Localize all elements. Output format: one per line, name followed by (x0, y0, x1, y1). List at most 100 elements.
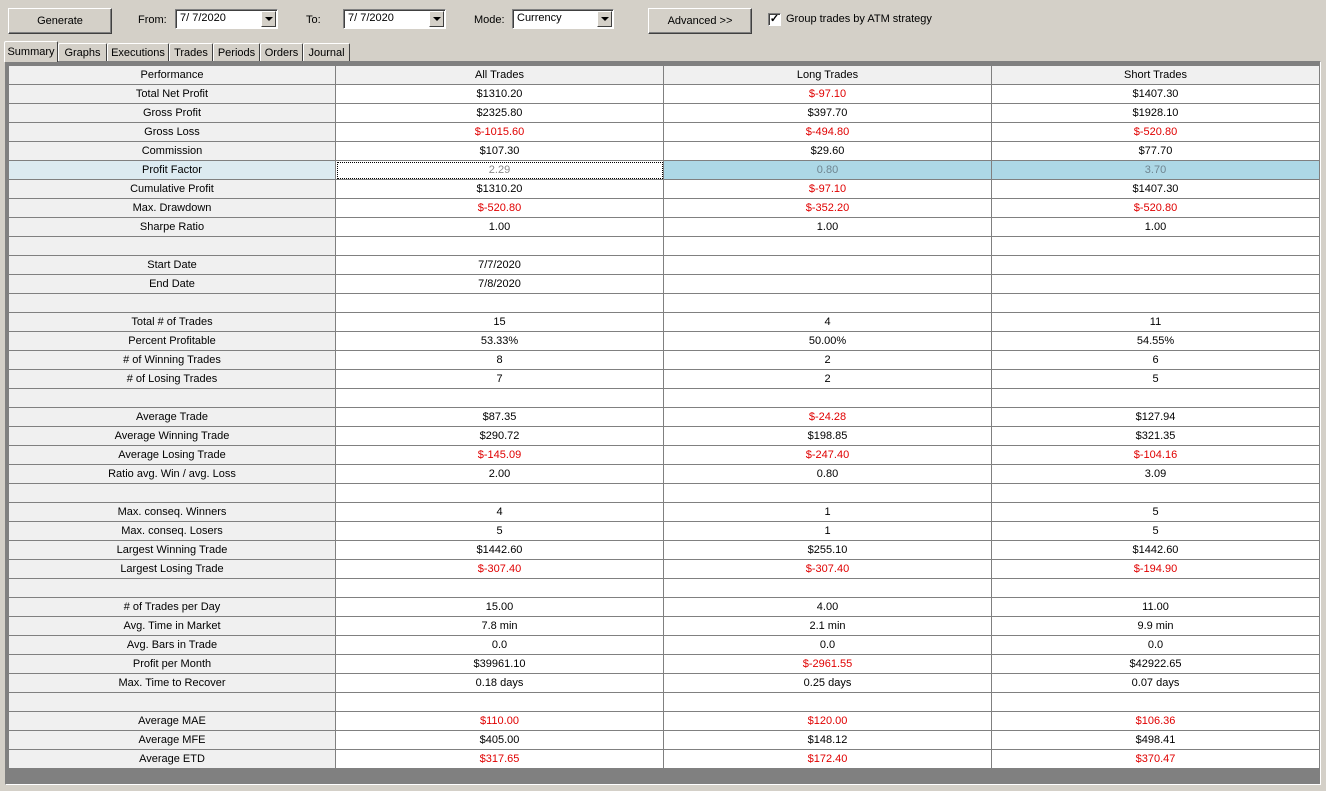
row-label[interactable]: Average MAE (8, 711, 336, 731)
table-row[interactable]: Average Winning Trade $290.72 $198.85 $321.… (8, 426, 1320, 446)
table-cell[interactable] (991, 388, 1320, 408)
row-label[interactable]: Max. conseq. Winners (8, 502, 336, 522)
to-date-dropdown-icon[interactable] (429, 11, 444, 27)
table-cell[interactable]: $110.00 (335, 711, 664, 731)
table-cell[interactable]: $-104.16 (991, 445, 1320, 465)
table-cell[interactable]: $127.94 (991, 407, 1320, 427)
table-cell[interactable]: $-520.80 (991, 198, 1320, 218)
table-row[interactable]: Total # of Trades 15 4 11 (8, 312, 1320, 332)
table-cell[interactable]: $255.10 (663, 540, 992, 560)
table-row[interactable]: # of Winning Trades 8 2 6 (8, 350, 1320, 370)
table-cell[interactable]: 4.00 (663, 597, 992, 617)
table-row[interactable]: # of Trades per Day 15.00 4.00 11.00 (8, 597, 1320, 617)
table-row[interactable] (8, 483, 1320, 503)
table-cell[interactable]: 11.00 (991, 597, 1320, 617)
row-label[interactable]: Gross Profit (8, 103, 336, 123)
table-cell[interactable] (335, 578, 664, 598)
table-cell[interactable] (663, 483, 992, 503)
row-label[interactable]: Commission (8, 141, 336, 161)
row-label[interactable] (8, 483, 336, 503)
table-cell[interactable]: 0.0 (991, 635, 1320, 655)
table-cell[interactable]: $-520.80 (335, 198, 664, 218)
table-row[interactable]: Commission $107.30 $29.60 $77.70 (8, 141, 1320, 161)
mode-select[interactable]: Currency (512, 9, 614, 29)
table-row[interactable] (8, 692, 1320, 712)
table-row[interactable] (8, 578, 1320, 598)
tab-orders[interactable]: Orders (260, 43, 303, 61)
table-cell[interactable] (991, 692, 1320, 712)
row-label[interactable]: # of Trades per Day (8, 597, 336, 617)
table-row[interactable]: End Date 7/8/2020 (8, 274, 1320, 294)
row-label[interactable]: Total # of Trades (8, 312, 336, 332)
table-cell[interactable]: 1.00 (663, 217, 992, 237)
table-row[interactable]: Ratio avg. Win / avg. Loss 2.00 0.80 3.09 (8, 464, 1320, 484)
row-label[interactable]: Total Net Profit (8, 84, 336, 104)
row-label[interactable]: Avg. Bars in Trade (8, 635, 336, 655)
table-cell[interactable]: $39961.10 (335, 654, 664, 674)
table-row[interactable]: Cumulative Profit $1310.20 $-97.10 $1407.30 (8, 179, 1320, 199)
table-cell[interactable]: $397.70 (663, 103, 992, 123)
table-cell[interactable] (335, 692, 664, 712)
table-cell[interactable]: 2 (663, 350, 992, 370)
table-cell[interactable] (335, 236, 664, 256)
table-cell[interactable]: $-1015.60 (335, 122, 664, 142)
table-cell[interactable] (991, 293, 1320, 313)
table-cell[interactable]: $1407.30 (991, 179, 1320, 199)
table-cell[interactable]: 6 (991, 350, 1320, 370)
table-cell[interactable] (335, 293, 664, 313)
table-cell[interactable]: $1407.30 (991, 84, 1320, 104)
table-cell[interactable]: 54.55% (991, 331, 1320, 351)
tab-periods[interactable]: Periods (213, 43, 260, 61)
table-cell[interactable]: 0.0 (335, 635, 664, 655)
table-cell[interactable] (663, 388, 992, 408)
table-cell[interactable]: 3.09 (991, 464, 1320, 484)
table-cell[interactable]: 50.00% (663, 331, 992, 351)
table-cell[interactable]: 2.1 min (663, 616, 992, 636)
table-row[interactable]: Max. conseq. Winners 4 1 5 (8, 502, 1320, 522)
table-row[interactable]: Gross Profit $2325.80 $397.70 $1928.10 (8, 103, 1320, 123)
table-cell[interactable]: 2 (663, 369, 992, 389)
table-cell[interactable]: $148.12 (663, 730, 992, 750)
table-cell[interactable]: 1.00 (335, 217, 664, 237)
table-cell[interactable]: $198.85 (663, 426, 992, 446)
table-cell[interactable] (663, 274, 992, 294)
row-label[interactable]: Average Trade (8, 407, 336, 427)
table-cell[interactable]: $2325.80 (335, 103, 664, 123)
table-cell[interactable]: 15 (335, 312, 664, 332)
column-header-performance[interactable]: Performance (8, 65, 336, 85)
from-date-dropdown-icon[interactable] (261, 11, 276, 27)
row-label[interactable]: Max. Drawdown (8, 198, 336, 218)
table-cell[interactable]: $-352.20 (663, 198, 992, 218)
table-cell[interactable]: $498.41 (991, 730, 1320, 750)
table-row[interactable]: Sharpe Ratio 1.00 1.00 1.00 (8, 217, 1320, 237)
table-cell[interactable]: 5 (991, 502, 1320, 522)
row-label[interactable]: # of Losing Trades (8, 369, 336, 389)
table-row[interactable]: Profit Factor 2.29 0.80 3.70 (8, 160, 1320, 180)
tab-journal[interactable]: Journal (303, 43, 350, 61)
table-cell[interactable]: 0.80 (663, 160, 992, 180)
table-cell[interactable]: $-194.90 (991, 559, 1320, 579)
table-cell[interactable] (663, 255, 992, 275)
row-label[interactable]: Ratio avg. Win / avg. Loss (8, 464, 336, 484)
table-cell[interactable]: $-97.10 (663, 84, 992, 104)
table-cell[interactable]: $-307.40 (663, 559, 992, 579)
table-row[interactable]: # of Losing Trades 7 2 5 (8, 369, 1320, 389)
row-label[interactable]: Average Losing Trade (8, 445, 336, 465)
table-cell[interactable] (991, 274, 1320, 294)
table-cell[interactable] (663, 293, 992, 313)
from-date-picker[interactable]: 7/ 7/2020 (175, 9, 278, 29)
table-cell[interactable] (663, 236, 992, 256)
table-cell[interactable]: $370.47 (991, 749, 1320, 769)
table-cell[interactable]: 15.00 (335, 597, 664, 617)
tab-graphs[interactable]: Graphs (58, 43, 107, 61)
table-cell[interactable]: 5 (335, 521, 664, 541)
table-cell[interactable]: 0.18 days (335, 673, 664, 693)
row-label[interactable]: Average Winning Trade (8, 426, 336, 446)
column-header-short-trades[interactable]: Short Trades (991, 65, 1320, 85)
table-row[interactable]: Average Trade $87.35 $-24.28 $127.94 (8, 407, 1320, 427)
row-label[interactable]: Profit Factor (8, 160, 336, 180)
table-cell[interactable]: 8 (335, 350, 664, 370)
table-cell[interactable]: 7 (335, 369, 664, 389)
table-cell[interactable]: $1928.10 (991, 103, 1320, 123)
table-cell[interactable]: 1 (663, 521, 992, 541)
